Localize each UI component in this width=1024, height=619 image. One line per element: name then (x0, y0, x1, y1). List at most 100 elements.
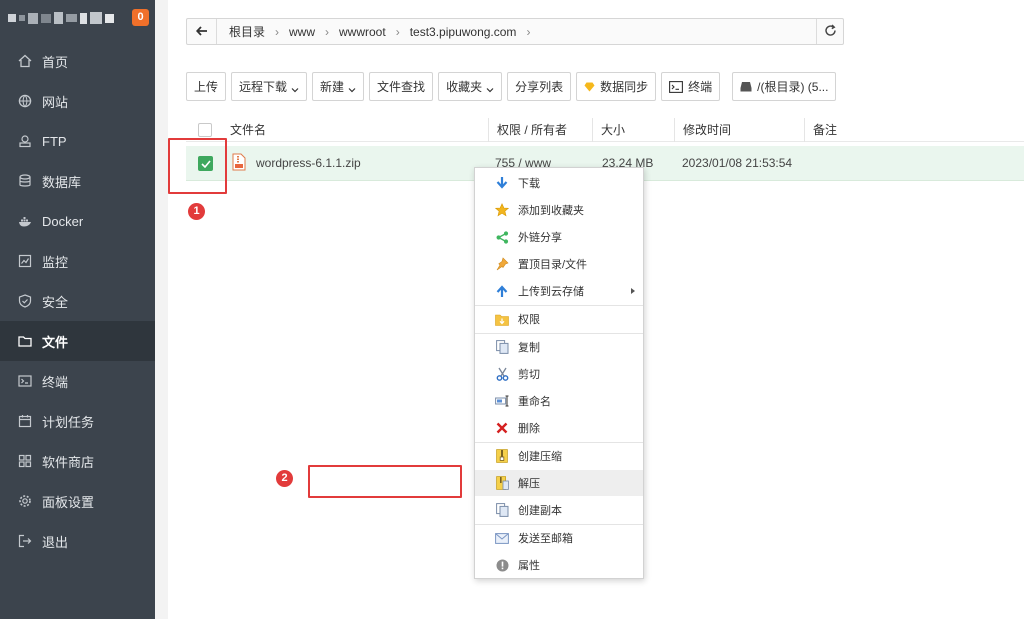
upload-label: 上传 (194, 80, 219, 94)
extract-icon (495, 476, 509, 490)
col-permission[interactable]: 权限 / 所有者 (488, 118, 590, 142)
sidebar-item-label: 面板设置 (42, 494, 95, 510)
sidebar-nav: 首页 网站 FTP 数据库 Docker 监控 安全 文件 终端 计划任务 软件… (0, 41, 155, 561)
download-icon (495, 176, 509, 190)
ftp-icon (18, 134, 32, 148)
sidebar-item-label: 首页 (42, 54, 69, 70)
sidebar-item-database[interactable]: 数据库 (0, 161, 155, 201)
terminal-button[interactable]: 终端 (661, 72, 721, 101)
menu-item-create-archive[interactable]: 创建压缩 (475, 443, 643, 469)
menu-item-label: 添加到收藏夹 (518, 205, 584, 217)
menu-item-label: 创建副本 (518, 505, 562, 517)
notification-badge[interactable]: 0 (132, 9, 149, 26)
sidebar-item-monitor[interactable]: 监控 (0, 241, 155, 281)
chevron-right-icon: › (395, 24, 400, 39)
path-bar: 根目录 › www › wwwroot › test3.pipuwong.com… (186, 18, 844, 45)
sidebar-item-settings[interactable]: 面板设置 (0, 481, 155, 521)
menu-item-label: 置顶目录/文件 (518, 259, 588, 271)
data-sync-button[interactable]: 数据同步 (576, 72, 657, 101)
menu-item-properties[interactable]: 属性 (475, 552, 643, 578)
row-checkbox[interactable] (198, 156, 213, 171)
share-list-label: 分享列表 (515, 80, 564, 94)
back-button[interactable] (187, 19, 217, 44)
disk-button[interactable]: /(根目录) (5... (732, 72, 837, 101)
menu-item-download[interactable]: 下载 (475, 170, 643, 196)
step-marker-1: 1 (188, 203, 205, 220)
menu-item-share-link[interactable]: 外链分享 (475, 224, 643, 250)
refresh-icon (824, 23, 837, 40)
sidebar-item-label: 终端 (42, 374, 69, 390)
sidebar-item-security[interactable]: 安全 (0, 281, 155, 321)
breadcrumb-item[interactable]: wwwroot (335, 25, 390, 39)
delete-icon (495, 421, 509, 435)
menu-item-label: 删除 (518, 423, 540, 435)
home-icon (18, 54, 32, 68)
upload-button[interactable]: 上传 (186, 72, 227, 101)
favorites-button[interactable]: 收藏夹 (438, 72, 503, 101)
sidebar-item-logout[interactable]: 退出 (0, 521, 155, 561)
file-modified: 2023/01/08 21:53:54 (682, 156, 793, 170)
diamond-icon (584, 82, 595, 92)
menu-item-label: 上传到云存储 (518, 286, 584, 298)
breadcrumb: 根目录 › www › wwwroot › test3.pipuwong.com… (217, 23, 536, 40)
grid-icon (18, 454, 32, 468)
step-marker-2: 2 (276, 470, 293, 487)
sidebar-item-ftp[interactable]: FTP (0, 121, 155, 161)
copy-icon (495, 340, 509, 354)
sidebar-item-home[interactable]: 首页 (0, 41, 155, 81)
breadcrumb-item[interactable]: test3.pipuwong.com (406, 25, 521, 39)
disk-label: /(根目录) (5... (757, 80, 829, 94)
cloud-upload-icon (495, 284, 509, 298)
sidebar-item-terminal[interactable]: 终端 (0, 361, 155, 401)
file-manager-panel: 根目录 › www › wwwroot › test3.pipuwong.com… (168, 0, 1024, 619)
file-search-button[interactable]: 文件查找 (369, 72, 434, 101)
archive-icon (495, 449, 509, 463)
menu-item-pin-top[interactable]: 置顶目录/文件 (475, 251, 643, 277)
select-all-checkbox[interactable] (198, 123, 212, 137)
menu-item-cut[interactable]: 剪切 (475, 361, 643, 387)
remote-download-button[interactable]: 远程下载 (231, 72, 308, 101)
menu-item-extract[interactable]: 解压 (475, 470, 643, 496)
favorites-label: 收藏夹 (446, 80, 483, 94)
menu-item-send-email[interactable]: 发送至邮箱 (475, 525, 643, 551)
sidebar-item-cron[interactable]: 计划任务 (0, 401, 155, 441)
sidebar-item-website[interactable]: 网站 (0, 81, 155, 121)
docker-icon (18, 214, 32, 228)
col-modified[interactable]: 修改时间 (674, 118, 802, 142)
chevron-right-icon: › (275, 24, 280, 39)
breadcrumb-item[interactable]: www (285, 25, 319, 39)
menu-item-label: 外链分享 (518, 232, 562, 244)
col-filename[interactable]: 文件名 (222, 118, 482, 142)
logout-icon (18, 534, 32, 548)
menu-item-permission[interactable]: 权限 (475, 306, 643, 332)
sidebar-item-label: 网站 (42, 94, 69, 110)
menu-item-rename[interactable]: 重命名 (475, 388, 643, 414)
chevron-down-icon (486, 83, 494, 92)
breadcrumb-item[interactable]: 根目录 (225, 23, 269, 40)
menu-item-delete[interactable]: 删除 (475, 415, 643, 441)
menu-item-duplicate[interactable]: 创建副本 (475, 497, 643, 523)
gear-icon (18, 494, 32, 508)
sidebar-item-label: 计划任务 (42, 414, 95, 430)
menu-item-label: 创建压缩 (518, 451, 562, 463)
chevron-down-icon (291, 83, 299, 92)
new-button[interactable]: 新建 (312, 72, 365, 101)
sidebar-item-store[interactable]: 软件商店 (0, 441, 155, 481)
col-size[interactable]: 大小 (592, 118, 674, 142)
menu-item-upload-cloud[interactable]: 上传到云存储 (475, 278, 643, 304)
rename-icon (495, 394, 509, 408)
sidebar-item-label: 文件 (42, 334, 69, 350)
menu-item-label: 剪切 (518, 369, 540, 381)
sidebar-item-files[interactable]: 文件 (0, 321, 155, 361)
folder-icon (18, 334, 32, 348)
pixelated-logo (8, 12, 114, 24)
refresh-button[interactable] (816, 19, 843, 44)
menu-item-copy[interactable]: 复制 (475, 334, 643, 360)
sidebar-item-docker[interactable]: Docker (0, 201, 155, 241)
share-list-button[interactable]: 分享列表 (507, 72, 572, 101)
menu-item-label: 下载 (518, 178, 540, 190)
shield-icon (18, 294, 32, 308)
file-name[interactable]: wordpress-6.1.1.zip (256, 146, 361, 181)
menu-item-add-favorite[interactable]: 添加到收藏夹 (475, 197, 643, 223)
file-table-header: 文件名 权限 / 所有者 大小 修改时间 备注 (186, 118, 1024, 142)
